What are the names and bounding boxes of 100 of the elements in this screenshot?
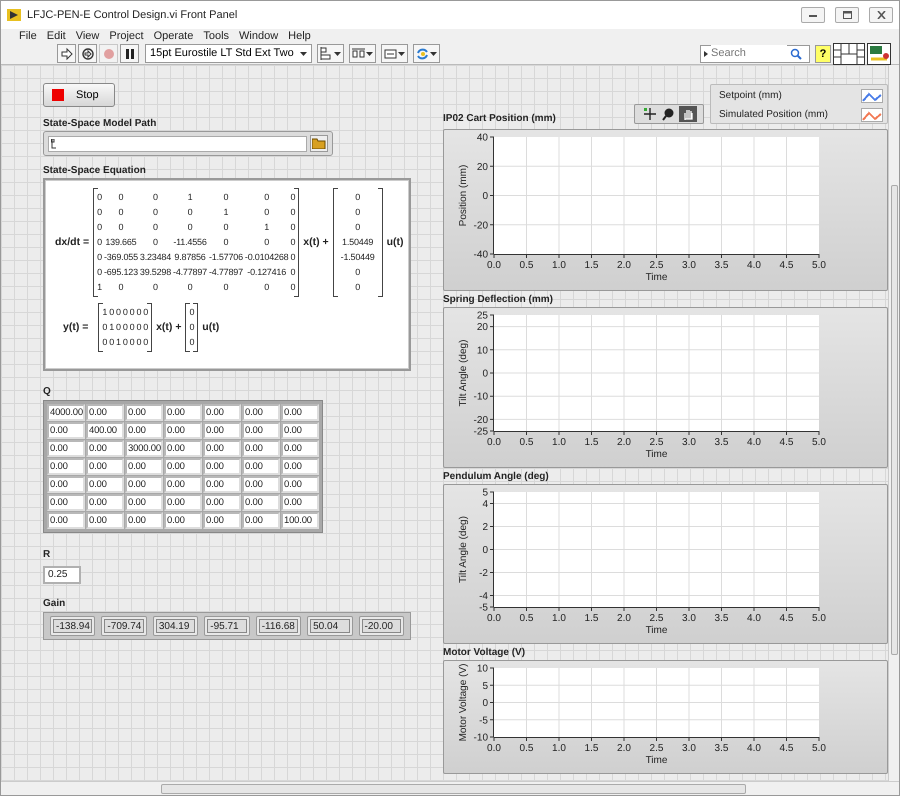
- matrix-entry: 0: [96, 221, 103, 234]
- numeric-field[interactable]: 0.00: [242, 512, 280, 529]
- numeric-field[interactable]: 0.00: [281, 476, 319, 493]
- menu-item[interactable]: Tools: [203, 29, 230, 43]
- matrix-entry: 0: [354, 266, 362, 279]
- axis-title: Time: [646, 449, 668, 460]
- browse-button[interactable]: [310, 135, 328, 152]
- minimize-icon: [809, 12, 817, 18]
- tick-label: 2.0: [617, 613, 631, 624]
- numeric-field[interactable]: 0.00: [242, 476, 280, 493]
- numeric-field[interactable]: 0.00: [242, 494, 280, 511]
- numeric-field[interactable]: 0.00: [203, 512, 241, 529]
- stop-button[interactable]: Stop: [43, 83, 115, 107]
- help-button[interactable]: ?: [815, 44, 831, 62]
- numeric-field[interactable]: 0.00: [47, 440, 85, 457]
- numeric-field[interactable]: 0.00: [125, 458, 163, 475]
- numeric-field[interactable]: 0.00: [164, 458, 202, 475]
- numeric-field[interactable]: 0.00: [281, 422, 319, 439]
- tick-label: 4.0: [747, 260, 761, 271]
- matrix-entry: 0: [96, 191, 103, 204]
- numeric-field[interactable]: 100.00: [281, 512, 319, 529]
- numeric-field[interactable]: 0.00: [125, 476, 163, 493]
- numeric-field[interactable]: 0.00: [47, 458, 85, 475]
- numeric-field[interactable]: 0.00: [164, 422, 202, 439]
- numeric-field[interactable]: 0.00: [47, 476, 85, 493]
- run-button[interactable]: [57, 44, 76, 63]
- numeric-field[interactable]: 0.00: [164, 494, 202, 511]
- numeric-field[interactable]: 0.00: [47, 512, 85, 529]
- numeric-field[interactable]: 0.00: [281, 494, 319, 511]
- numeric-field[interactable]: 0.25: [43, 566, 81, 584]
- pause-button[interactable]: [120, 44, 139, 63]
- menu-item[interactable]: Edit: [46, 29, 66, 43]
- numeric-field[interactable]: 0.00: [281, 458, 319, 475]
- numeric-field[interactable]: 0.00: [47, 422, 85, 439]
- matrix-entry: 0: [135, 321, 142, 334]
- font-dropdown[interactable]: 15pt Eurostile LT Std Ext Two: [145, 44, 312, 63]
- numeric-field[interactable]: 0.00: [164, 440, 202, 457]
- menu-item[interactable]: Window: [239, 29, 278, 43]
- numeric-field[interactable]: 0.00: [125, 422, 163, 439]
- numeric-field[interactable]: 0.00: [86, 512, 124, 529]
- numeric-field[interactable]: 0.00: [203, 494, 241, 511]
- numeric-field[interactable]: 0.00: [86, 458, 124, 475]
- maximize-button[interactable]: [835, 7, 859, 23]
- tick-label: 5.0: [812, 260, 826, 271]
- numeric-value: -138.94: [53, 619, 92, 633]
- numeric-field[interactable]: 0.00: [242, 440, 280, 457]
- reorder-dropdown[interactable]: [412, 44, 440, 63]
- numeric-field[interactable]: 0.00: [125, 494, 163, 511]
- numeric-field[interactable]: 0.00: [203, 458, 241, 475]
- graph-label: Spring Deflection (mm): [443, 294, 554, 305]
- menu-item[interactable]: Help: [288, 29, 311, 43]
- numeric-field[interactable]: 0.00: [203, 476, 241, 493]
- numeric-field[interactable]: 0.00: [164, 404, 202, 421]
- caret-icon: [366, 52, 373, 56]
- numeric-field[interactable]: 0.00: [203, 404, 241, 421]
- numeric-field[interactable]: 0.00: [203, 422, 241, 439]
- horizontal-scrollbar[interactable]: [1, 781, 899, 795]
- numeric-field[interactable]: 3000.00: [125, 440, 163, 457]
- tick-label: -20: [474, 220, 488, 232]
- axis-title: Time: [646, 272, 668, 283]
- numeric-field[interactable]: 0.00: [86, 494, 124, 511]
- minimize-button[interactable]: [801, 7, 825, 23]
- crosshair-tool[interactable]: [641, 106, 659, 122]
- search-field[interactable]: Search: [700, 44, 810, 62]
- numeric-field[interactable]: 0.00: [242, 458, 280, 475]
- numeric-field[interactable]: 0.00: [86, 440, 124, 457]
- numeric-field[interactable]: 0.00: [86, 404, 124, 421]
- numeric-field[interactable]: 0.00: [47, 494, 85, 511]
- distribute-objects-dropdown[interactable]: [348, 44, 376, 63]
- tick-label: 40: [476, 132, 488, 144]
- numeric-field[interactable]: 0.00: [164, 476, 202, 493]
- close-button[interactable]: [869, 7, 893, 23]
- numeric-field[interactable]: 400.00: [86, 422, 124, 439]
- path-field[interactable]: [48, 136, 307, 152]
- vertical-scrollbar[interactable]: [888, 65, 899, 781]
- menu-item[interactable]: Operate: [154, 29, 194, 43]
- numeric-field[interactable]: 0.00: [242, 404, 280, 421]
- menu-item[interactable]: Project: [109, 29, 144, 43]
- hand-tool[interactable]: [679, 106, 697, 122]
- menu-item[interactable]: File: [19, 29, 37, 43]
- tick-label: 0.0: [487, 437, 501, 448]
- scrollbar-thumb[interactable]: [161, 784, 746, 794]
- resize-objects-dropdown[interactable]: [380, 44, 408, 63]
- numeric-field[interactable]: 0.00: [281, 404, 319, 421]
- numeric-field[interactable]: 0.00: [125, 404, 163, 421]
- scrollbar-thumb[interactable]: [891, 185, 898, 655]
- tick-label: 4.5: [780, 437, 794, 448]
- matrix-entry: 0: [118, 206, 124, 219]
- axis-title: Motor Voltage (V): [458, 664, 469, 742]
- run-continuous-button[interactable]: [78, 44, 97, 63]
- graph-label: Motor Voltage (V): [443, 647, 526, 658]
- numeric-field[interactable]: 4000.00: [47, 404, 85, 421]
- numeric-field[interactable]: 0.00: [242, 422, 280, 439]
- numeric-field[interactable]: 0.00: [281, 440, 319, 457]
- align-objects-dropdown[interactable]: [316, 44, 344, 63]
- numeric-field[interactable]: 0.00: [164, 512, 202, 529]
- numeric-field[interactable]: 0.00: [125, 512, 163, 529]
- menu-item[interactable]: View: [76, 29, 100, 43]
- numeric-field[interactable]: 0.00: [203, 440, 241, 457]
- numeric-field[interactable]: 0.00: [86, 476, 124, 493]
